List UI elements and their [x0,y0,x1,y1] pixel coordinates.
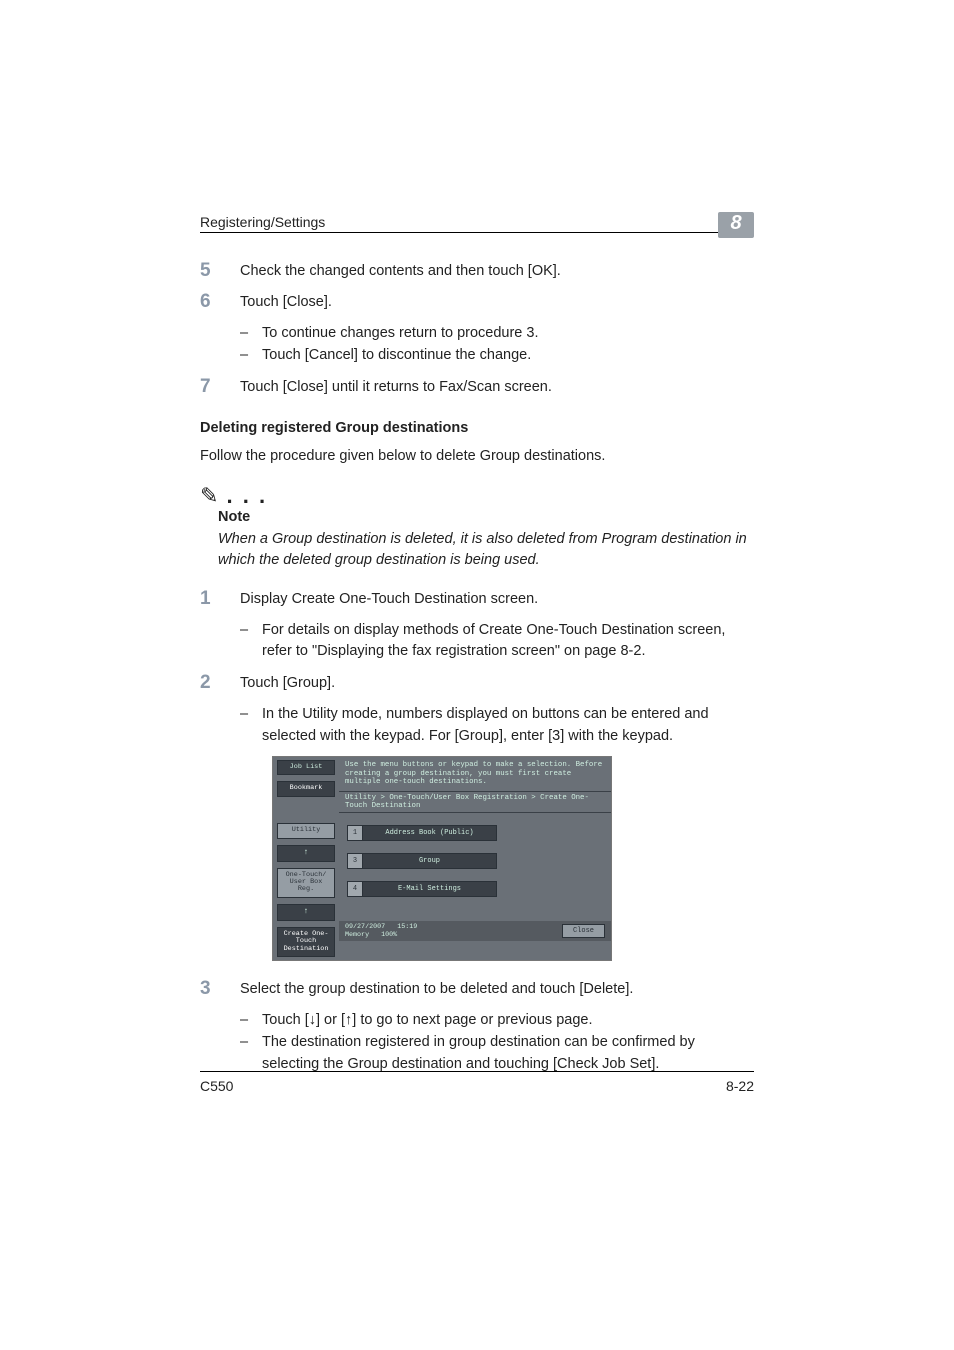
note-label: Note [218,509,754,525]
step-3: 3 Select the group destination to be del… [200,979,754,1000]
option-label: Address Book (Public) [363,825,497,841]
hint-text: Use the menu buttons or keypad to make a… [339,757,611,792]
nav-create-one-touch[interactable]: Create One-Touch Destination [277,927,335,957]
footer-mem-value: 100% [381,931,397,939]
step-text: Display Create One-Touch Destination scr… [240,589,754,610]
arrow-up-icon: ↑ [277,904,335,921]
option-label: Group [363,853,497,869]
sub-text: To continue changes return to procedure … [262,323,538,345]
step-3-subitems: –Touch [↓] or [↑] to go to next page or … [240,1010,754,1075]
note-icon: ✎ . . . [200,483,754,509]
option-address-book[interactable]: 1 Address Book (Public) [347,825,497,841]
footer-date: 09/27/2007 [345,923,385,931]
page-footer: C550 8-22 [200,1071,754,1094]
step-1: 1 Display Create One-Touch Destination s… [200,589,754,610]
step-2-subitems: –In the Utility mode, numbers displayed … [240,704,754,748]
close-button[interactable]: Close [562,924,605,938]
page-header: Registering/Settings 8 [200,212,754,233]
option-number: 4 [347,881,363,897]
step-7: 7 Touch [Close] until it returns to Fax/… [200,377,754,398]
option-number: 1 [347,825,363,841]
step-number: 2 [200,673,240,694]
footer-model: C550 [200,1078,233,1094]
step-2: 2 Touch [Group]. [200,673,754,694]
device-screenshot: Job List Bookmark Use the menu buttons o… [272,756,612,962]
option-number: 3 [347,853,363,869]
footer-page: 8-22 [726,1078,754,1094]
sub-text: Touch [↓] or [↑] to go to next page or p… [262,1010,592,1032]
footer-mem-label: Memory [345,931,369,939]
step-number: 5 [200,261,240,282]
step-text: Touch [Close]. [240,292,754,313]
step-number: 7 [200,377,240,398]
note-body: When a Group destination is deleted, it … [218,529,754,571]
nav-utility[interactable]: Utility [277,823,335,838]
chapter-number-tab: 8 [718,212,754,238]
arrow-up-icon: ↑ [277,845,335,862]
step-number: 1 [200,589,240,610]
breadcrumb: Utility > One-Touch/User Box Registratio… [339,791,611,813]
sub-text: For details on display methods of Create… [262,620,754,664]
option-label: E-Mail Settings [363,881,497,897]
section-intro: Follow the procedure given below to dele… [200,446,754,467]
step-text: Select the group destination to be delet… [240,979,754,1000]
footer-time: 15:19 [397,923,417,931]
option-group[interactable]: 3 Group [347,853,497,869]
step-number: 3 [200,979,240,1000]
step-5: 5 Check the changed contents and then to… [200,261,754,282]
step-number: 6 [200,292,240,313]
tab-job-list[interactable]: Job List [277,760,335,775]
step-6: 6 Touch [Close]. [200,292,754,313]
step-6-subitems: –To continue changes return to procedure… [240,323,754,367]
section-heading: Deleting registered Group destinations [200,420,754,436]
option-email-settings[interactable]: 4 E-Mail Settings [347,881,497,897]
step-1-subitems: –For details on display methods of Creat… [240,620,754,664]
tab-bookmark[interactable]: Bookmark [277,781,335,796]
sub-text: Touch [Cancel] to discontinue the change… [262,345,531,367]
sub-text: The destination registered in group dest… [262,1032,754,1076]
header-title: Registering/Settings [200,214,325,230]
step-text: Touch [Group]. [240,673,754,694]
step-text: Touch [Close] until it returns to Fax/Sc… [240,377,754,398]
nav-one-touch[interactable]: One-Touch/ User Box Reg. [277,868,335,898]
step-text: Check the changed contents and then touc… [240,261,754,282]
sub-text: In the Utility mode, numbers displayed o… [262,704,754,748]
